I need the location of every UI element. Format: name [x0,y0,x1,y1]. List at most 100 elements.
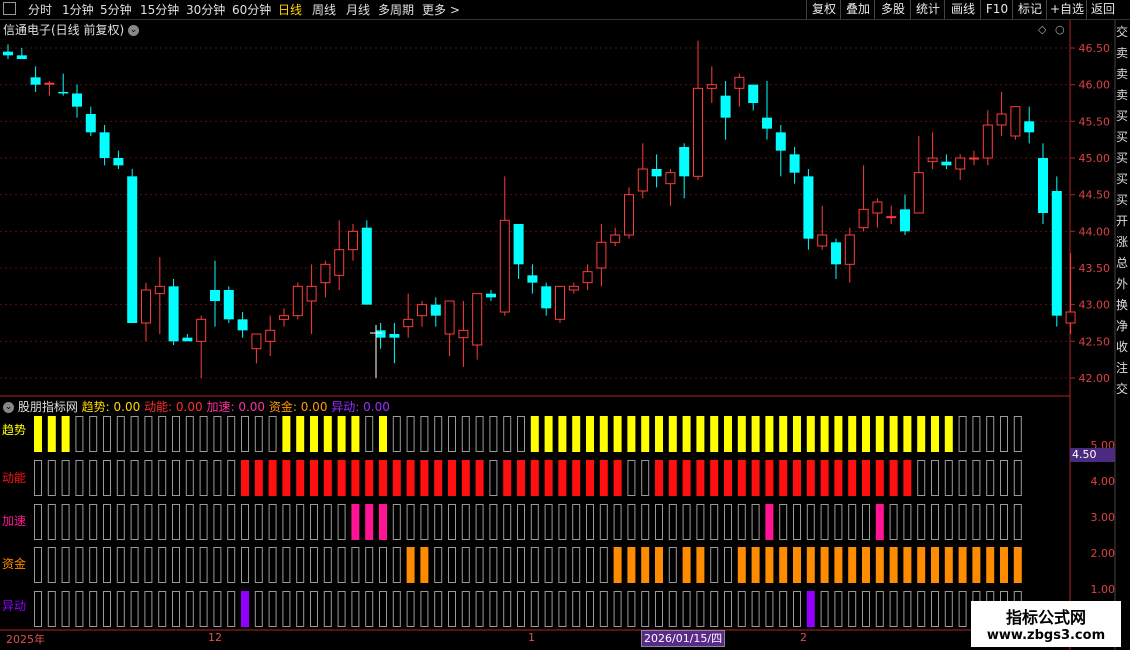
indicator-bar-filled [420,547,429,583]
indicator-bar-filled [392,460,401,496]
candle-body-up [610,234,621,243]
period-tab-8[interactable]: 月线 [346,1,370,18]
indicator-bar-empty [144,591,153,627]
indicator-bar-empty [75,591,84,627]
indicator-bar-empty [144,547,153,583]
candle-body-down [168,286,179,342]
candle-body-down [16,55,27,59]
candle-body-down [99,132,110,158]
dropdown-icon[interactable]: ⌄ [128,25,140,36]
candle-body-up [196,318,207,342]
price-and-indicator-chart[interactable]: 46.50 46.00 45.50 45.00 44.50 44.00 43.50 43.00… [0,0,1130,650]
indicator-bar-empty [158,416,167,452]
indicator-bar-empty [227,591,236,627]
indicator-bar-empty [227,460,236,496]
indicator-bar-empty [586,547,594,583]
indicator-bar-empty [144,416,153,452]
indicator-bar-empty [641,591,650,627]
toolbar-button-7[interactable]: +自选 [1046,0,1087,19]
period-tab-9[interactable]: 多周期 [378,1,414,18]
indicator-bar-empty [448,547,456,583]
indicator-bar-empty [75,547,84,583]
indicator-bar-filled [282,460,291,496]
indicator-bar-empty [724,591,732,627]
period-tab-0[interactable]: 分时 [28,1,52,18]
indicator-bar-empty [116,547,125,583]
right-info-panel: 交卖卖卖买买买买买开涨总外换净收注交 [1115,19,1130,649]
candle-body-up [320,263,331,284]
indicator-bar-empty [227,504,236,540]
chart-menu-icon[interactable] [3,2,16,15]
candle-body-up [555,285,565,320]
candle-body-down [789,154,800,173]
indicator-bar-filled [806,460,815,496]
toolbar-button-2[interactable]: 多股 [874,0,911,19]
period-tab-7[interactable]: 周线 [312,1,336,18]
indicator-row-label-4: 异动 [2,599,27,613]
indicator-bar-filled [972,547,981,583]
candle-body-up [403,318,414,328]
indicator-bar-filled [296,416,305,452]
indicator-bar-empty [448,591,456,627]
indicator-bar-empty [862,591,870,627]
indicator-tick-label: 3.00 [1091,511,1116,524]
indicator-bar-filled [296,460,305,496]
candle-body-down [58,92,69,94]
candle-body-down [72,93,82,107]
indicator-bar-empty [599,504,608,540]
indicator-bar-filled [530,460,539,496]
toolbar-button-5[interactable]: F10 [980,0,1013,19]
indicator-bar-empty [199,460,208,496]
period-tab-4[interactable]: 30分钟 [186,1,225,18]
indicator-bar-empty [34,547,42,583]
period-tab-6[interactable]: 日线 [278,1,302,18]
indicator-bar-empty [61,591,70,627]
indicator-bar-filled [710,460,719,496]
indicator-bar-empty [282,547,291,583]
toolbar-button-4[interactable]: 画线 [944,0,981,19]
indicator-bar-empty [737,504,746,540]
indicator-bar-empty [282,504,291,540]
indicator-bar-filled [806,547,815,583]
toolbar-button-8[interactable]: 返回 [1086,0,1119,19]
indicator-bar-empty [213,504,222,540]
price-tick-label: 46.50 [1079,42,1111,55]
indicator-bar-empty [434,416,443,452]
indicator-bar-empty [130,460,139,496]
period-tab-3[interactable]: 15分钟 [140,1,179,18]
indicator-bar-filled [351,460,360,496]
toolbar-button-6[interactable]: 标记 [1012,0,1047,19]
indicator-bar-filled [586,460,594,496]
indicator-bar-empty [724,547,732,583]
indicator-bar-empty [958,460,967,496]
indicator-bar-filled [434,460,443,496]
indicator-bar-filled [61,416,70,452]
indicator-bar-empty [116,416,125,452]
indicator-bar-empty [503,547,512,583]
period-tab-5[interactable]: 60分钟 [232,1,271,18]
period-tab-1[interactable]: 1分钟 [62,1,94,18]
date-label-0: 2025年 [6,633,45,646]
indicator-bar-empty [434,591,443,627]
indicator-bar-filled [268,460,277,496]
candle-body-down [3,51,13,56]
indicator-bar-filled [779,547,788,583]
date-label-1: 12 [208,631,222,644]
period-tab-2[interactable]: 5分钟 [100,1,132,18]
indicator-dropdown-icon[interactable]: ⌄ [3,402,14,413]
toolbar-button-3[interactable]: 统计 [910,0,945,19]
indicator-bar-filled [793,416,801,452]
candle-body-up [665,172,676,185]
indicator-bar-filled [34,416,42,452]
indicator-bar-empty [958,504,967,540]
toolbar-button-1[interactable]: 叠加 [840,0,875,19]
indicator-bar-empty [172,547,180,583]
indicator-bar-empty [34,591,42,627]
candle-body-down [541,286,552,309]
indicator-bar-filled [682,547,691,583]
indicator-bar-empty [461,591,470,627]
toolbar-button-0[interactable]: 复权 [806,0,841,19]
period-tab-10[interactable]: 更多 > [422,1,460,18]
right-panel-char: 买 [1116,130,1129,144]
indicator-bar-empty [379,591,387,627]
